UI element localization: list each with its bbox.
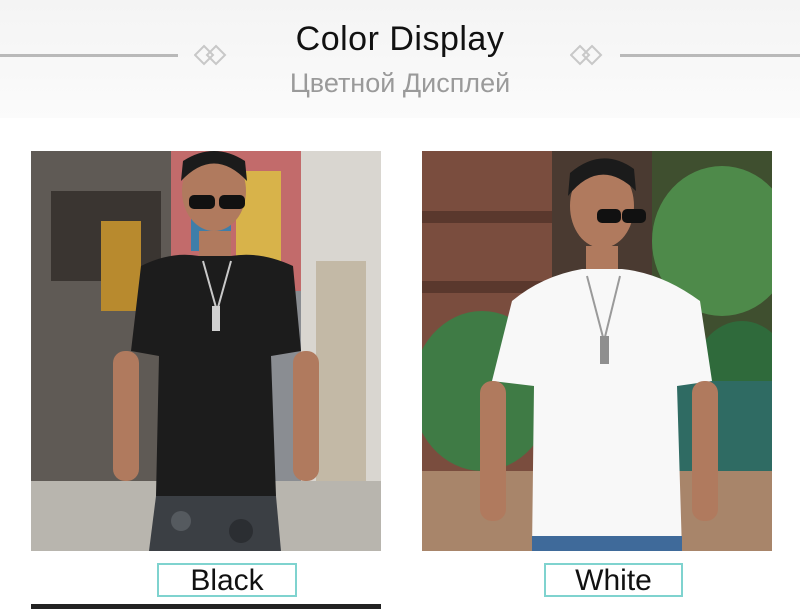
color-label-white: White bbox=[544, 563, 683, 597]
model-black-tshirt-image bbox=[31, 151, 381, 551]
bottom-divider bbox=[31, 604, 381, 609]
model-white-tshirt-image bbox=[422, 151, 772, 551]
section-header: Color Display Цветной Дисплей bbox=[0, 0, 800, 118]
product-photo-black bbox=[31, 151, 381, 551]
color-label-black: Black bbox=[157, 563, 297, 597]
diamond-ornament-icon bbox=[570, 44, 603, 66]
product-photo-white bbox=[422, 151, 772, 551]
page-subtitle: Цветной Дисплей bbox=[289, 68, 511, 98]
header-rule-right bbox=[620, 54, 800, 57]
